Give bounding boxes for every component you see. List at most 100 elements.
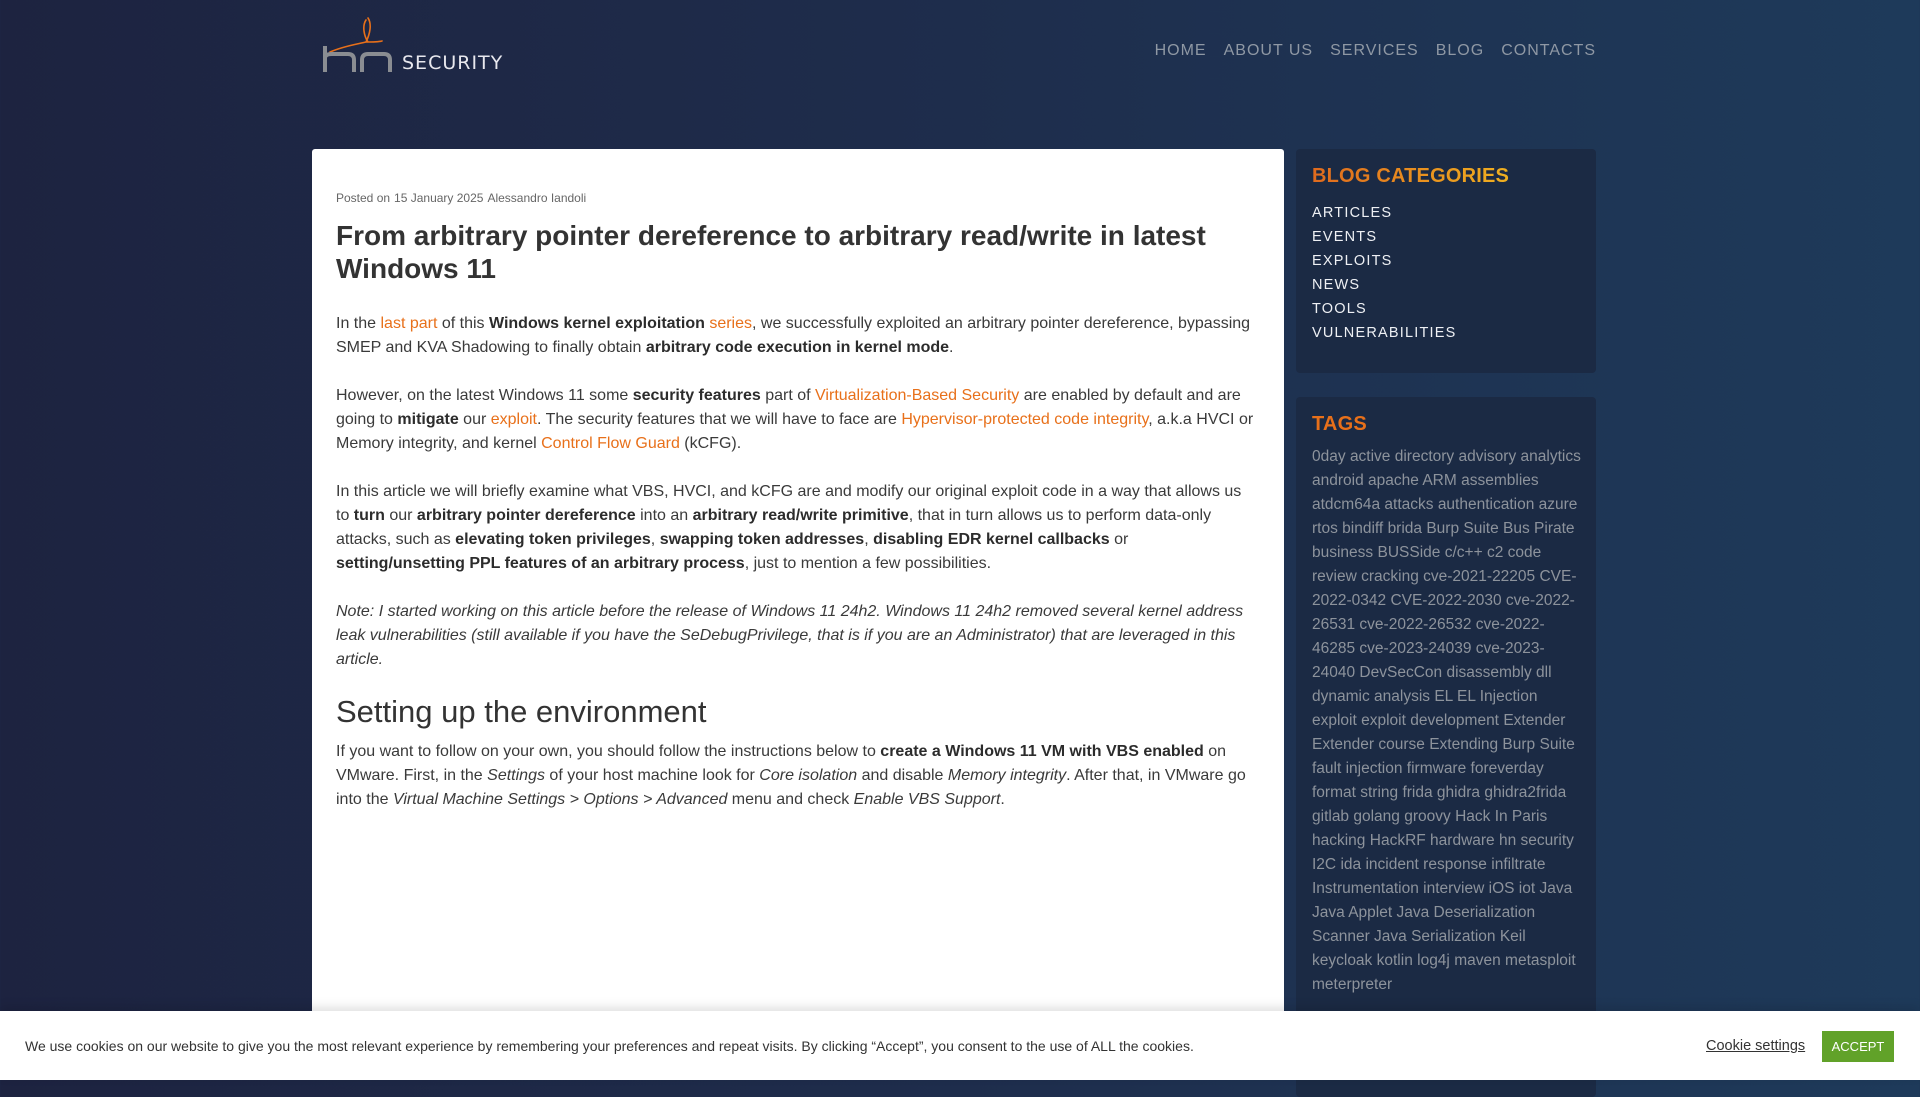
tag-link[interactable]: cve-2021-22205 bbox=[1423, 568, 1535, 585]
tag-link[interactable]: android bbox=[1312, 472, 1364, 489]
tag-link[interactable]: hardware bbox=[1430, 832, 1495, 849]
tag-link[interactable]: DevSecCon bbox=[1359, 664, 1442, 681]
tag-link[interactable]: metasploit bbox=[1505, 952, 1576, 969]
link-series[interactable]: series bbox=[709, 315, 752, 332]
category-item[interactable]: TOOLS bbox=[1312, 297, 1457, 321]
tag-link[interactable]: CVE-2022-2030 bbox=[1390, 592, 1501, 609]
tag-link[interactable]: ghidra bbox=[1437, 784, 1480, 801]
text: of this bbox=[437, 315, 489, 332]
tag-link[interactable]: EL Injection bbox=[1457, 688, 1537, 705]
tag-link[interactable]: meterpreter bbox=[1312, 976, 1392, 993]
nav-home[interactable]: HOME bbox=[1155, 42, 1207, 60]
nav-services[interactable]: SERVICES bbox=[1330, 42, 1419, 60]
tag-link[interactable]: foreverday bbox=[1471, 760, 1544, 777]
text: menu and check bbox=[727, 791, 854, 808]
tag-link[interactable]: Instrumentation bbox=[1312, 880, 1419, 897]
tag-link[interactable]: Extender course bbox=[1312, 736, 1425, 753]
tag-link[interactable]: advisory bbox=[1458, 448, 1516, 465]
nav-about-us[interactable]: ABOUT US bbox=[1224, 42, 1314, 60]
tag-link[interactable]: ARM bbox=[1422, 472, 1456, 489]
tag-link[interactable]: log4j bbox=[1417, 952, 1450, 969]
tag-link[interactable]: BUSSide bbox=[1378, 544, 1441, 561]
tag-link[interactable]: keycloak bbox=[1312, 952, 1372, 969]
tag-link[interactable]: iOS bbox=[1489, 880, 1515, 897]
tag-link[interactable]: EL bbox=[1434, 688, 1452, 705]
tag-link[interactable]: dynamic analysis bbox=[1312, 688, 1430, 705]
bold-text: swapping token addresses bbox=[659, 531, 865, 548]
tag-link[interactable]: c/c++ bbox=[1445, 544, 1483, 561]
site-logo[interactable]: SECURITY bbox=[322, 12, 522, 74]
tag-link[interactable]: HackRF bbox=[1370, 832, 1426, 849]
tag-link[interactable]: Hack In Paris bbox=[1455, 808, 1547, 825]
tag-link[interactable]: Bus Pirate bbox=[1503, 520, 1575, 537]
tag-link[interactable]: c2 bbox=[1487, 544, 1503, 561]
tag-link[interactable]: cve-2022-26532 bbox=[1359, 616, 1471, 633]
tag-link[interactable]: Extending Burp Suite bbox=[1429, 736, 1575, 753]
tag-link[interactable]: Keil bbox=[1500, 928, 1526, 945]
link-hvci[interactable]: Hypervisor-protected code integrity bbox=[901, 411, 1148, 428]
post-meta: Posted on 15 January 2025 Alessandro Iando… bbox=[336, 191, 590, 205]
tag-link[interactable]: format string bbox=[1312, 784, 1398, 801]
link-exploit[interactable]: exploit bbox=[491, 411, 537, 428]
link-cfg[interactable]: Control Flow Guard bbox=[541, 435, 680, 452]
tag-link[interactable]: hn security bbox=[1499, 832, 1574, 849]
tag-link[interactable]: ida bbox=[1340, 856, 1361, 873]
tag-link[interactable]: firmware bbox=[1407, 760, 1466, 777]
tag-link[interactable]: Burp Suite bbox=[1426, 520, 1498, 537]
tag-link[interactable]: active directory bbox=[1350, 448, 1454, 465]
tag-link[interactable]: I2C bbox=[1312, 856, 1336, 873]
tag-link[interactable]: 0day bbox=[1312, 448, 1346, 465]
tag-link[interactable]: disassembly bbox=[1446, 664, 1531, 681]
tag-link[interactable]: attacks bbox=[1384, 496, 1433, 513]
post-author[interactable]: Alessandro Iandoli bbox=[487, 191, 586, 205]
text: of your host machine look for bbox=[544, 767, 760, 784]
tag-link[interactable]: iot bbox=[1519, 880, 1535, 897]
tag-link[interactable]: cracking bbox=[1361, 568, 1419, 585]
tag-link[interactable]: cve-2023-24039 bbox=[1359, 640, 1471, 657]
bold-text: disabling EDR kernel callbacks bbox=[873, 531, 1110, 548]
category-item[interactable]: EXPLOITS bbox=[1312, 249, 1457, 273]
tag-link[interactable]: business bbox=[1312, 544, 1373, 561]
tag-link[interactable]: dll bbox=[1536, 664, 1552, 681]
main-nav: HOME ABOUT US SERVICES BLOG CONTACTS bbox=[1138, 42, 1596, 60]
tag-link[interactable]: atdcm64a bbox=[1312, 496, 1380, 513]
link-last-part[interactable]: last part bbox=[380, 315, 437, 332]
tag-link[interactable]: ghidra2frida bbox=[1484, 784, 1566, 801]
tag-link[interactable]: exploit bbox=[1312, 712, 1357, 729]
paragraph-setup: If you want to follow on your own, you s… bbox=[336, 740, 1256, 812]
tag-link[interactable]: brida bbox=[1388, 520, 1422, 537]
accept-cookies-button[interactable]: ACCEPT bbox=[1822, 1031, 1894, 1062]
tag-link[interactable]: frida bbox=[1402, 784, 1432, 801]
category-item[interactable]: EVENTS bbox=[1312, 225, 1457, 249]
tag-link[interactable]: exploit development bbox=[1361, 712, 1499, 729]
tag-link[interactable]: golang bbox=[1353, 808, 1400, 825]
tag-link[interactable]: infiltrate bbox=[1491, 856, 1545, 873]
bold-text: setting/unsetting PPL features of an arb… bbox=[336, 555, 745, 572]
tag-link[interactable]: groovy bbox=[1404, 808, 1451, 825]
tag-link[interactable]: maven bbox=[1454, 952, 1501, 969]
tag-link[interactable]: analytics bbox=[1521, 448, 1581, 465]
tag-link[interactable]: assemblies bbox=[1461, 472, 1539, 489]
tag-link[interactable]: interview bbox=[1423, 880, 1484, 897]
tag-link[interactable]: kotlin bbox=[1377, 952, 1413, 969]
tag-link[interactable]: Java bbox=[1539, 880, 1572, 897]
tag-link[interactable]: Java Serialization bbox=[1374, 928, 1495, 945]
tag-link[interactable]: Extender bbox=[1503, 712, 1565, 729]
nav-blog[interactable]: BLOG bbox=[1436, 42, 1484, 60]
post-date[interactable]: 15 January 2025 bbox=[394, 191, 483, 205]
nav-contacts[interactable]: CONTACTS bbox=[1501, 42, 1596, 60]
link-vbs[interactable]: Virtualization-Based Security bbox=[815, 387, 1019, 404]
category-item[interactable]: VULNERABILITIES bbox=[1312, 321, 1457, 345]
tag-link[interactable]: fault injection bbox=[1312, 760, 1402, 777]
tag-link[interactable]: bindiff bbox=[1342, 520, 1383, 537]
category-item[interactable]: ARTICLES bbox=[1312, 201, 1457, 225]
tag-link[interactable]: apache bbox=[1368, 472, 1419, 489]
category-item[interactable]: NEWS bbox=[1312, 273, 1457, 297]
tag-link[interactable]: gitlab bbox=[1312, 808, 1349, 825]
tag-link[interactable]: hacking bbox=[1312, 832, 1365, 849]
tag-link[interactable]: authentication bbox=[1438, 496, 1535, 513]
tag-link[interactable]: Java Applet bbox=[1312, 904, 1392, 921]
section-heading: Setting up the environment bbox=[336, 694, 707, 729]
tag-link[interactable]: incident response bbox=[1365, 856, 1487, 873]
cookie-settings-link[interactable]: Cookie settings bbox=[1706, 1038, 1805, 1054]
